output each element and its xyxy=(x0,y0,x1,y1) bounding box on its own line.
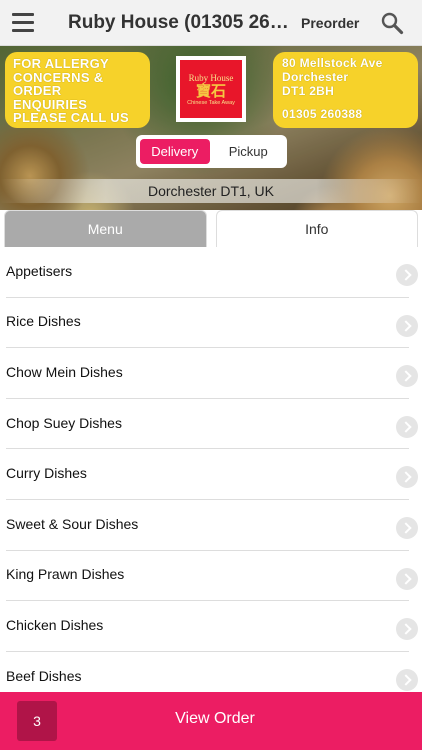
hamburger-menu-icon[interactable] xyxy=(0,0,46,46)
address-line: Dorchester xyxy=(282,70,349,84)
menu-category-item[interactable]: Sweet & Sour Dishes xyxy=(6,500,418,551)
allergy-notice: FOR ALLERGY CONCERNS & ORDER ENQUIRIES P… xyxy=(5,52,150,128)
menu-category-label: Chicken Dishes xyxy=(6,616,104,633)
menu-category-label: Beef Dishes xyxy=(6,667,82,684)
menu-category-item[interactable]: Chop Suey Dishes xyxy=(6,399,418,450)
menu-category-item[interactable]: Rice Dishes xyxy=(6,298,418,349)
search-icon[interactable] xyxy=(380,11,404,35)
menu-category-label: Chow Mein Dishes xyxy=(6,363,123,380)
chevron-right-icon xyxy=(396,618,418,641)
logo-subtitle: Chinese Take Away xyxy=(187,99,235,106)
tab-menu[interactable]: Menu xyxy=(4,210,207,247)
view-order-bar[interactable]: 3 View Order xyxy=(0,692,422,750)
logo-glyph: 寶石 xyxy=(195,82,226,100)
chevron-right-icon xyxy=(396,668,418,691)
chevron-right-icon xyxy=(396,516,418,539)
preorder-button[interactable]: Preorder xyxy=(301,15,359,31)
view-order-button[interactable]: View Order xyxy=(0,710,422,728)
delivery-button[interactable]: Delivery xyxy=(140,139,210,164)
allergy-notice-line: PLEASE CALL US xyxy=(13,110,129,125)
tab-info[interactable]: Info xyxy=(215,210,418,247)
menu-category-item[interactable]: Chow Mein Dishes xyxy=(6,348,418,399)
menu-category-item[interactable]: King Prawn Dishes xyxy=(6,551,418,602)
menu-category-label: Sweet & Sour Dishes xyxy=(6,515,139,532)
chevron-right-icon xyxy=(396,567,418,590)
app-title: Ruby House (01305 260.. xyxy=(68,12,290,33)
allergy-notice-line: CONCERNS & xyxy=(13,69,104,85)
menu-category-label: Chop Suey Dishes xyxy=(6,414,122,431)
chevron-right-icon xyxy=(396,314,418,337)
menu-category-label: Curry Dishes xyxy=(6,465,87,482)
restaurant-banner: FOR ALLERGY CONCERNS & ORDER ENQUIRIES P… xyxy=(0,46,422,210)
top-app-bar: Ruby House (01305 260.. Preorder xyxy=(0,0,422,46)
menu-category-label: Rice Dishes xyxy=(6,313,81,330)
chevron-right-icon xyxy=(396,466,418,489)
menu-category-item[interactable]: Chicken Dishes xyxy=(6,601,418,652)
menu-category-label: Appetisers xyxy=(6,262,73,279)
address-line: DT1 2BH xyxy=(282,84,335,98)
menu-category-item[interactable]: Appetisers xyxy=(6,247,418,298)
chevron-right-icon xyxy=(396,365,418,388)
allergy-notice-line: FOR ALLERGY xyxy=(13,56,109,71)
menu-category-item[interactable]: Curry Dishes xyxy=(6,449,418,500)
menu-category-list: Appetisers Rice Dishes Chow Mein Dishes … xyxy=(0,247,422,692)
location-text: Dorchester DT1, UK xyxy=(0,179,422,203)
menu-category-item[interactable]: Beef Dishes xyxy=(6,652,418,692)
phone-number: 01305 260388 xyxy=(282,107,363,121)
address-line: 80 Mellstock Ave xyxy=(282,56,383,70)
restaurant-logo: Ruby House 寶石 Chinese Take Away xyxy=(176,56,246,122)
chevron-right-icon xyxy=(396,415,418,438)
chevron-right-icon xyxy=(396,264,418,286)
logo-name: Ruby House xyxy=(188,72,234,83)
allergy-notice-line: ORDER xyxy=(13,83,62,98)
pickup-button[interactable]: Pickup xyxy=(214,139,284,164)
menu-category-label: King Prawn Dishes xyxy=(6,566,125,583)
tab-bar: Menu Info xyxy=(0,210,422,247)
allergy-notice-line: ENQUIRIES xyxy=(13,96,88,112)
order-type-toggle: Delivery Pickup xyxy=(136,135,287,168)
address-notice: 80 Mellstock Ave Dorchester DT1 2BH 0130… xyxy=(273,52,418,128)
